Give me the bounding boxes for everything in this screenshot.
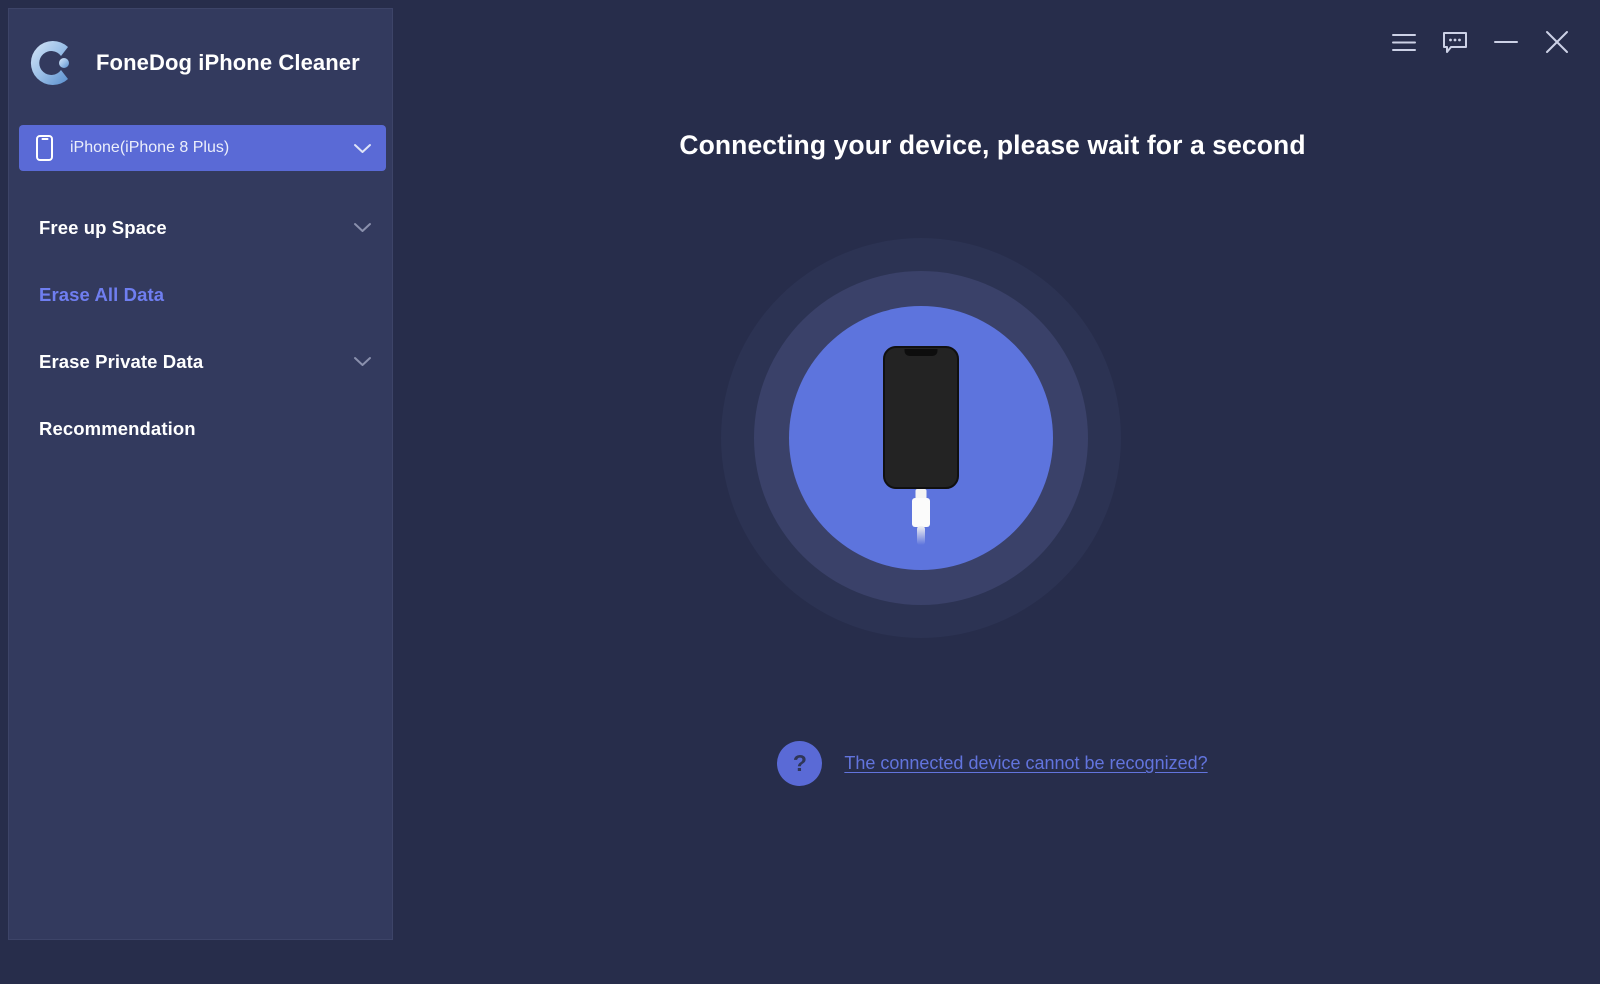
app-title: FoneDog iPhone Cleaner — [96, 50, 360, 75]
sidebar-item-label: Free up Space — [39, 216, 167, 238]
cable-plug — [912, 498, 930, 527]
chevron-down-icon — [354, 143, 371, 153]
phone-outline-icon — [36, 135, 53, 161]
page-title: Connecting your device, please wait for … — [679, 130, 1306, 160]
sidebar: FoneDog iPhone Cleaner iPhone(iPhone 8 P… — [8, 8, 393, 940]
sidebar-nav: Free up Space Erase All Data Erase Priva… — [9, 194, 392, 462]
help-row: ? The connected device cannot be recogni… — [393, 741, 1592, 786]
fonedog-c-logo-icon — [30, 41, 69, 85]
device-not-recognized-link[interactable]: The connected device cannot be recognize… — [844, 753, 1207, 774]
main-content: Connecting your device, please wait for … — [393, 8, 1600, 984]
sidebar-item-erase-private-data[interactable]: Erase Private Data — [9, 328, 392, 395]
sidebar-item-label: Erase Private Data — [39, 350, 204, 372]
device-selector[interactable]: iPhone(iPhone 8 Plus) — [19, 125, 386, 171]
lightning-cable-icon — [912, 489, 930, 545]
brand-header: FoneDog iPhone Cleaner — [9, 9, 392, 117]
sidebar-item-label: Erase All Data — [39, 283, 165, 305]
sidebar-item-erase-all-data[interactable]: Erase All Data — [9, 261, 392, 328]
question-mark-icon[interactable]: ? — [777, 741, 823, 786]
app-window: FoneDog iPhone Cleaner iPhone(iPhone 8 P… — [0, 0, 1600, 984]
phone-notch — [904, 349, 938, 356]
device-selector-value: iPhone(iPhone 8 Plus) — [70, 139, 230, 156]
device-connection-illustration — [721, 238, 1121, 638]
chevron-down-icon — [354, 223, 371, 232]
sidebar-item-recommendation[interactable]: Recommendation — [9, 395, 392, 462]
cable-wire — [917, 526, 925, 545]
iphone-device-icon — [883, 346, 959, 489]
chevron-down-icon — [354, 357, 371, 366]
sidebar-item-free-up-space[interactable]: Free up Space — [9, 194, 392, 261]
sidebar-item-label: Recommendation — [39, 417, 196, 439]
